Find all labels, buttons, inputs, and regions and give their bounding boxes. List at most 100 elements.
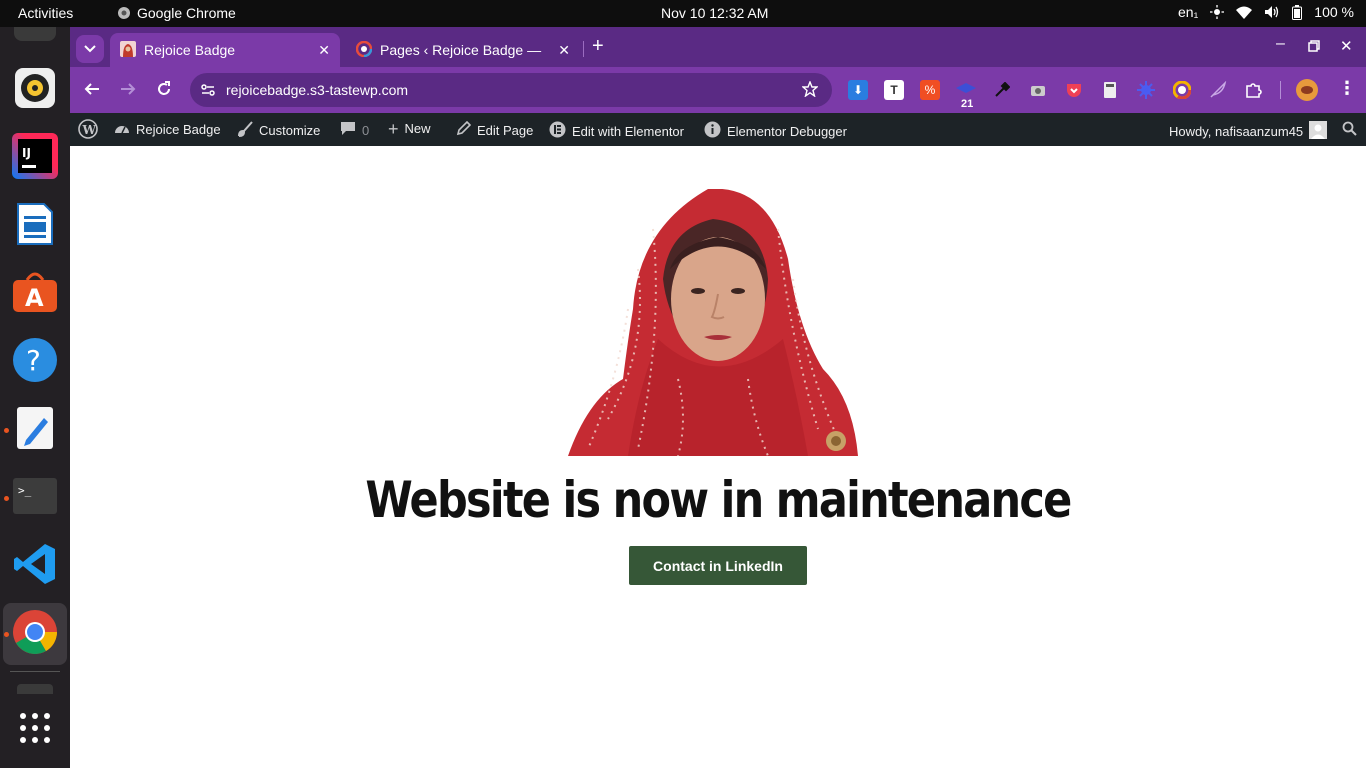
url-text[interactable]: rejoicebadge.s3-tastewp.com <box>226 82 408 98</box>
system-top-bar: Activities Google Chrome Nov 10 12:32 AM… <box>0 0 1366 27</box>
dock-chrome[interactable] <box>12 609 58 660</box>
running-indicator <box>4 496 9 501</box>
camera-extension-icon[interactable] <box>1028 80 1048 100</box>
admin-customize-link[interactable]: Customize <box>237 121 320 140</box>
color-wheel-extension-icon[interactable] <box>1172 80 1192 100</box>
comment-bubble-icon <box>340 121 356 139</box>
app-menu[interactable]: Google Chrome <box>117 5 236 21</box>
text-editor-icon <box>16 406 54 455</box>
clock[interactable]: Nov 10 12:32 AM <box>661 5 768 21</box>
browser-window: Rejoice Badge ✕ Pages ‹ Rejoice Badge — … <box>70 27 1366 768</box>
maximize-icon[interactable] <box>1308 39 1320 57</box>
dock-intellij[interactable]: IJ <box>12 132 58 184</box>
close-tab-icon[interactable]: ✕ <box>558 42 570 59</box>
wifi-icon <box>1236 6 1253 19</box>
site-info-icon[interactable] <box>200 82 216 101</box>
battery-level: 100 % <box>1314 4 1354 20</box>
calculator-extension-icon[interactable] <box>1100 80 1120 100</box>
tab-rejoice-badge[interactable]: Rejoice Badge ✕ <box>110 33 340 67</box>
tab-divider <box>583 41 584 57</box>
tab-pages[interactable]: Pages ‹ Rejoice Badge — ✕ <box>346 33 580 67</box>
bookmark-star-icon[interactable] <box>801 80 819 100</box>
admin-new-link[interactable]: + New <box>388 118 431 139</box>
elementor-icon <box>549 121 566 141</box>
percent-extension-icon[interactable]: % <box>920 80 940 100</box>
admin-search-icon[interactable] <box>1342 121 1357 136</box>
app-name: Google Chrome <box>137 5 236 21</box>
close-window-icon[interactable]: ✕ <box>1340 37 1353 55</box>
svg-text:A: A <box>25 284 44 312</box>
page-headline: Website is now in maintenance <box>365 471 1072 529</box>
back-icon[interactable] <box>84 81 100 102</box>
dock-trash[interactable] <box>17 684 53 694</box>
minimize-icon[interactable]: – <box>1276 35 1285 53</box>
menu-kebab-icon[interactable]: ⋮ <box>1338 79 1356 97</box>
intellij-icon: IJ <box>12 132 58 184</box>
contact-linkedin-button[interactable]: Contact in LinkedIn <box>629 546 807 585</box>
admin-elementor-debugger[interactable]: Elementor Debugger <box>704 121 847 141</box>
dock-rhythmbox[interactable] <box>12 67 58 113</box>
wordpress-logo-icon[interactable]: W <box>78 119 98 139</box>
document-writer-icon <box>16 202 54 251</box>
battery-icon <box>1292 4 1303 20</box>
language-indicator[interactable]: en₁ <box>1178 4 1198 20</box>
plus-icon: + <box>388 118 399 139</box>
reload-icon[interactable] <box>156 81 172 102</box>
dock-terminal[interactable]: >_ <box>12 475 58 521</box>
chrome-icon <box>117 6 131 20</box>
admin-account-menu[interactable]: Howdy, nafisaanzum45 <box>1169 121 1328 142</box>
dock-vscode[interactable] <box>12 543 58 589</box>
brightness-icon <box>1210 5 1225 19</box>
tab-strip: Rejoice Badge ✕ Pages ‹ Rejoice Badge — … <box>70 27 1366 67</box>
chrome-icon <box>12 609 58 660</box>
admin-edit-page-link[interactable]: Edit Page <box>456 120 533 139</box>
dock-app-center[interactable]: A <box>12 271 58 317</box>
activities-button[interactable]: Activities <box>18 5 73 21</box>
extension-badge: 21 <box>961 98 974 110</box>
system-tray[interactable]: en₁ 100 % <box>1178 4 1354 20</box>
admin-comments-link[interactable]: 0 <box>340 121 369 139</box>
favicon-icon <box>355 40 373 60</box>
tab-label: Pages ‹ Rejoice Badge — <box>380 42 542 58</box>
app-grid-icon <box>19 712 51 749</box>
dock-text-editor[interactable] <box>12 406 58 455</box>
svg-text:W: W <box>82 123 97 137</box>
eyedropper-extension-icon[interactable] <box>992 80 1012 100</box>
feather-extension-icon[interactable] <box>1208 80 1228 100</box>
vscode-icon <box>13 542 57 591</box>
dock-help[interactable]: ? <box>12 337 58 388</box>
show-apps-button[interactable] <box>12 707 58 753</box>
chevron-down-icon <box>84 40 96 58</box>
dock-writer[interactable] <box>12 202 58 251</box>
pocket-extension-icon[interactable] <box>1064 80 1084 100</box>
rhythmbox-icon <box>15 67 55 113</box>
svg-text:IJ: IJ <box>22 146 31 160</box>
volume-icon <box>1264 5 1280 19</box>
pencil-icon <box>456 120 472 139</box>
svg-text:>_: >_ <box>18 484 32 497</box>
graduation-extension-icon[interactable] <box>956 80 976 100</box>
download-extension-icon[interactable]: ⬇ <box>848 80 868 100</box>
burst-extension-icon[interactable] <box>1136 80 1156 100</box>
toolbar-divider <box>1280 81 1281 99</box>
new-tab-icon[interactable]: + <box>592 35 604 58</box>
text-extension-icon[interactable]: T <box>884 80 904 100</box>
page-content: Website is now in maintenance Contact in… <box>70 146 1366 768</box>
admin-edit-elementor-link[interactable]: Edit with Elementor <box>549 121 684 141</box>
favicon-icon <box>120 40 136 60</box>
extensions-puzzle-icon[interactable] <box>1244 80 1264 100</box>
brush-icon <box>237 121 253 140</box>
wp-admin-bar: W Rejoice Badge Customize 0 + New Edit P… <box>70 113 1366 146</box>
address-bar[interactable]: rejoicebadge.s3-tastewp.com <box>190 73 832 107</box>
close-tab-icon[interactable]: ✕ <box>318 42 330 59</box>
user-avatar-icon <box>1309 121 1328 142</box>
admin-site-link[interactable]: Rejoice Badge <box>114 121 221 138</box>
info-icon <box>704 121 721 141</box>
app-center-icon: A <box>12 272 58 317</box>
dock-separator <box>10 671 60 672</box>
profile-avatar[interactable] <box>1296 79 1318 101</box>
dashboard-icon <box>114 121 130 138</box>
forward-icon[interactable] <box>120 81 136 102</box>
help-icon: ? <box>12 337 58 388</box>
tab-search-button[interactable] <box>76 35 104 63</box>
